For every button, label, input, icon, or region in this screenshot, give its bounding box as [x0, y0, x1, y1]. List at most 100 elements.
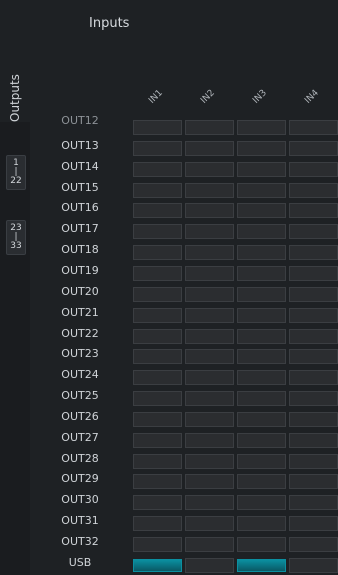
matrix-crosspoint-cell[interactable] — [133, 182, 182, 198]
matrix-crosspoint-cell[interactable] — [289, 245, 338, 261]
matrix-crosspoint-cell[interactable] — [237, 453, 286, 469]
matrix-crosspoint-cell[interactable] — [237, 182, 286, 198]
matrix-crosspoint-cell[interactable] — [133, 349, 182, 365]
matrix-crosspoint-cell[interactable] — [133, 453, 182, 469]
output-row-label: OUT30 — [61, 493, 99, 507]
matrix-crosspoint-cell[interactable] — [185, 182, 234, 198]
matrix-crosspoint-cell[interactable] — [237, 120, 286, 135]
matrix-crosspoint-cell[interactable] — [237, 203, 286, 219]
output-row-label: OUT16 — [61, 201, 99, 215]
matrix-crosspoint-cell[interactable] — [133, 120, 182, 135]
matrix-crosspoint-cell[interactable] — [289, 203, 338, 219]
matrix-crosspoint-cell[interactable] — [237, 245, 286, 261]
matrix-crosspoint-cell[interactable] — [133, 286, 182, 302]
inputs-title: Inputs — [89, 16, 130, 31]
matrix-crosspoint-cell[interactable] — [133, 307, 182, 323]
matrix-crosspoint-cell[interactable] — [237, 370, 286, 386]
matrix-crosspoint-cell[interactable] — [237, 474, 286, 490]
matrix-crosspoint-cell[interactable] — [289, 495, 338, 511]
matrix-header: Inputs — [0, 0, 338, 122]
matrix-crosspoint-cell[interactable] — [185, 265, 234, 281]
matrix-crosspoint-cell[interactable] — [185, 307, 234, 323]
matrix-crosspoint-cell[interactable] — [185, 453, 234, 469]
matrix-crosspoint-cell[interactable] — [185, 432, 234, 448]
matrix-crosspoint-cell[interactable] — [237, 432, 286, 448]
matrix-crosspoint-cell[interactable] — [185, 328, 234, 344]
matrix-crosspoint-cell[interactable] — [133, 245, 182, 261]
matrix-crosspoint-cell[interactable] — [185, 516, 234, 532]
matrix-crosspoint-cell[interactable] — [289, 328, 338, 344]
matrix-crosspoint-cell[interactable] — [289, 411, 338, 427]
matrix-crosspoint-cell[interactable] — [289, 370, 338, 386]
matrix-crosspoint-cell[interactable] — [237, 286, 286, 302]
matrix-crosspoint-cell[interactable] — [289, 453, 338, 469]
matrix-crosspoint-cell[interactable] — [289, 182, 338, 198]
output-row-label: OUT19 — [61, 263, 99, 277]
matrix-crosspoint-cell[interactable] — [237, 328, 286, 344]
output-row-label: OUT26 — [61, 409, 99, 423]
matrix-crosspoint-cell[interactable] — [289, 516, 338, 532]
matrix-crosspoint-cell[interactable] — [289, 557, 338, 573]
matrix-crosspoint-cell[interactable] — [185, 557, 234, 573]
matrix-crosspoint-cell[interactable] — [185, 161, 234, 177]
matrix-crosspoint-cell[interactable] — [237, 537, 286, 552]
matrix-crosspoint-cell[interactable] — [185, 224, 234, 240]
matrix-crosspoint-cell[interactable] — [289, 474, 338, 490]
matrix-crosspoint-cell[interactable] — [133, 411, 182, 427]
matrix-crosspoint-cell[interactable] — [185, 349, 234, 365]
matrix-crosspoint-cell[interactable] — [237, 161, 286, 177]
matrix-crosspoint-cell[interactable] — [289, 265, 338, 281]
matrix-crosspoint-cell[interactable] — [237, 265, 286, 281]
matrix-crosspoint-cell[interactable] — [289, 286, 338, 302]
matrix-crosspoint-cell[interactable] — [289, 432, 338, 448]
matrix-crosspoint-cell[interactable] — [185, 140, 234, 156]
usb-level-meter — [133, 558, 182, 572]
matrix-crosspoint-cell[interactable] — [185, 203, 234, 219]
matrix-crosspoint-cell[interactable] — [185, 286, 234, 302]
matrix-crosspoint-cell[interactable] — [289, 307, 338, 323]
matrix-crosspoint-cell[interactable] — [237, 140, 286, 156]
matrix-crosspoint-cell[interactable] — [237, 307, 286, 323]
matrix-crosspoint-cell[interactable] — [185, 474, 234, 490]
matrix-crosspoint-cell[interactable] — [289, 391, 338, 407]
matrix-crosspoint-cell[interactable] — [237, 411, 286, 427]
matrix-crosspoint-cell[interactable] — [133, 370, 182, 386]
matrix-crosspoint-cell[interactable] — [185, 495, 234, 511]
matrix-crosspoint-cell[interactable] — [185, 391, 234, 407]
output-row-label: OUT24 — [61, 368, 99, 382]
matrix-crosspoint-cell[interactable] — [289, 224, 338, 240]
matrix-crosspoint-cell[interactable] — [185, 370, 234, 386]
matrix-crosspoint-cell[interactable] — [185, 411, 234, 427]
matrix-crosspoint-cell[interactable] — [237, 224, 286, 240]
matrix-crosspoint-cell[interactable] — [237, 349, 286, 365]
matrix-crosspoint-cell[interactable] — [133, 265, 182, 281]
matrix-crosspoint-cell[interactable] — [185, 537, 234, 552]
matrix-crosspoint-cell[interactable] — [237, 516, 286, 532]
matrix-crosspoint-cell[interactable] — [289, 349, 338, 365]
range-button-23-33[interactable]: 23 | 33 — [6, 220, 26, 255]
output-row-label: OUT18 — [61, 243, 99, 257]
matrix-crosspoint-cell[interactable] — [237, 495, 286, 511]
matrix-crosspoint-cell[interactable] — [133, 537, 182, 552]
matrix-crosspoint-cell[interactable] — [133, 432, 182, 448]
usb-level-meter — [237, 558, 286, 572]
range-button-1-22[interactable]: 1 | 22 — [6, 155, 26, 190]
matrix-crosspoint-cell[interactable] — [133, 495, 182, 511]
matrix-crosspoint-cell[interactable] — [133, 474, 182, 490]
matrix-crosspoint-cell[interactable] — [133, 203, 182, 219]
matrix-crosspoint-cell[interactable] — [289, 537, 338, 552]
matrix-crosspoint-cell[interactable] — [133, 516, 182, 532]
matrix-crosspoint-cell[interactable] — [185, 245, 234, 261]
output-row-label: OUT17 — [61, 222, 99, 236]
matrix-crosspoint-cell[interactable] — [133, 140, 182, 156]
matrix-crosspoint-cell[interactable] — [289, 120, 338, 135]
matrix-crosspoint-cell[interactable] — [133, 224, 182, 240]
matrix-crosspoint-cell[interactable] — [237, 391, 286, 407]
matrix-crosspoint-cell[interactable] — [185, 120, 234, 135]
matrix-crosspoint-cell[interactable] — [133, 161, 182, 177]
matrix-crosspoint-cell[interactable] — [133, 328, 182, 344]
matrix-crosspoint-cell[interactable] — [289, 140, 338, 156]
range-button-bottom: 22 — [10, 176, 22, 186]
matrix-crosspoint-cell[interactable] — [133, 391, 182, 407]
matrix-crosspoint-cell[interactable] — [289, 161, 338, 177]
